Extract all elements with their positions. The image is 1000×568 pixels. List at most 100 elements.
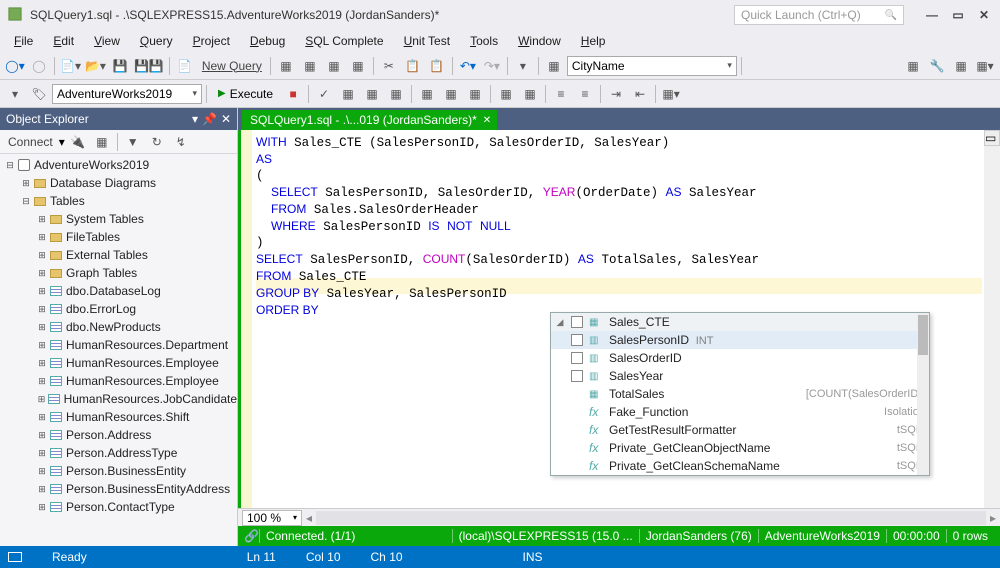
comment-button[interactable]: ≡ — [550, 83, 572, 105]
indent-button[interactable]: ⇥ — [605, 83, 627, 105]
new-query-icon[interactable]: 📄 — [174, 55, 196, 77]
menu-sql-complete[interactable]: SQL Complete — [297, 32, 391, 50]
tree-table[interactable]: ⊞dbo.DatabaseLog — [0, 282, 237, 300]
close-button[interactable]: ✕ — [976, 7, 992, 23]
sidebar-close-icon[interactable]: ✕ — [221, 112, 231, 126]
tb2-g7[interactable]: ▦ — [495, 83, 517, 105]
tb-ext-2[interactable]: 🔧 — [926, 55, 948, 77]
tb-ext-1[interactable]: ▦ — [902, 55, 924, 77]
ac-item[interactable]: fxFake_FunctionIsolation — [551, 403, 929, 421]
maximize-button[interactable]: ▭ — [950, 7, 966, 23]
new-query-label[interactable]: New Query — [198, 59, 266, 73]
split-handle[interactable]: ▭ — [984, 130, 1000, 146]
tb2-icon-1[interactable]: ▾ — [4, 83, 26, 105]
uncomment-button[interactable]: ≡ — [574, 83, 596, 105]
parse-button[interactable]: ✓ — [313, 83, 335, 105]
tree-folder[interactable]: Database Diagrams — [50, 176, 156, 190]
database-dropdown[interactable]: AdventureWorks2019 — [52, 84, 202, 104]
sidebar-pin-icon[interactable]: 📌 — [202, 112, 217, 126]
ac-item[interactable]: fxPrivate_GetCleanSchemaNametSQLt — [551, 457, 929, 475]
editor-vscrollbar[interactable] — [984, 146, 1000, 508]
ac-item[interactable]: ▥SalesYear — [551, 367, 929, 385]
tree-subfolder[interactable]: System Tables — [66, 212, 144, 226]
autocomplete-popup[interactable]: ◢ ▦ Sales_CTE ▥SalesPersonID INT▥SalesOr… — [550, 312, 930, 476]
tb-ext-4[interactable]: ▦▾ — [974, 55, 996, 77]
refresh-icon[interactable]: ↻ — [146, 131, 168, 153]
tb2-g1[interactable]: ▦ — [337, 83, 359, 105]
tree-table[interactable]: ⊞HumanResources.Shift — [0, 408, 237, 426]
menu-file[interactable]: File — [6, 32, 41, 50]
tb2-g3[interactable]: ▦ — [385, 83, 407, 105]
stop-icon[interactable]: ▼ — [122, 131, 144, 153]
tree-table[interactable]: ⊞Person.BusinessEntity — [0, 462, 237, 480]
document-tab[interactable]: SQLQuery1.sql - .\...019 (JordanSanders)… — [242, 110, 497, 130]
tree-table[interactable]: ⊞HumanResources.Employee — [0, 354, 237, 372]
tree-db-root[interactable]: AdventureWorks2019 — [34, 158, 149, 172]
tb2-g6[interactable]: ▦ — [464, 83, 486, 105]
ac-item[interactable]: ▦TotalSales[COUNT(SalesOrderID)] — [551, 385, 929, 403]
tree-table[interactable]: ⊞Person.Address — [0, 426, 237, 444]
tree-subfolder[interactable]: FileTables — [66, 230, 120, 244]
tree-table[interactable]: ⊞HumanResources.JobCandidate — [0, 390, 237, 408]
filter-icon[interactable]: ▦ — [91, 131, 113, 153]
tree-folder[interactable]: Tables — [50, 194, 85, 208]
save-all-button[interactable]: 💾💾 — [133, 55, 165, 77]
quick-launch-input[interactable]: Quick Launch (Ctrl+Q) — [734, 5, 904, 25]
stop-button[interactable]: ■ — [282, 83, 304, 105]
save-button[interactable]: 💾 — [109, 55, 131, 77]
menu-edit[interactable]: Edit — [45, 32, 82, 50]
tb-icon-1[interactable]: ▦ — [275, 55, 297, 77]
cut-button[interactable]: ✂ — [378, 55, 400, 77]
tb-find-button[interactable]: ▾ — [512, 55, 534, 77]
editor-hscrollbar[interactable] — [316, 511, 986, 525]
undo-button[interactable]: ↶▾ — [457, 55, 479, 77]
connect-button[interactable]: Connect — [4, 135, 57, 149]
tb2-g5[interactable]: ▦ — [440, 83, 462, 105]
menu-tools[interactable]: Tools — [462, 32, 506, 50]
menu-project[interactable]: Project — [185, 32, 238, 50]
minimize-button[interactable]: — — [924, 7, 940, 23]
ac-scrollbar[interactable] — [917, 313, 929, 475]
tree-subfolder[interactable]: Graph Tables — [66, 266, 137, 280]
disconnect-icon[interactable]: 🔌 — [67, 131, 89, 153]
sync-icon[interactable]: ↯ — [170, 131, 192, 153]
menu-help[interactable]: Help — [573, 32, 614, 50]
menu-view[interactable]: View — [86, 32, 128, 50]
code-editor[interactable]: WITH Sales_CTE (SalesPersonID, SalesOrde… — [238, 130, 1000, 508]
tb-icon-3[interactable]: ▦ — [323, 55, 345, 77]
ac-item[interactable]: fxGetTestResultFormattertSQLt — [551, 421, 929, 439]
nav-back-button[interactable]: ◯▾ — [4, 55, 26, 77]
tree-table[interactable]: ⊞Person.ContactType — [0, 498, 237, 516]
tree-table[interactable]: ⊞HumanResources.Department — [0, 336, 237, 354]
zoom-dropdown[interactable]: 100 % — [242, 510, 302, 526]
tb2-g8[interactable]: ▦ — [519, 83, 541, 105]
tree-table[interactable]: ⊞Person.BusinessEntityAddress — [0, 480, 237, 498]
ac-item[interactable]: fxPrivate_GetCleanObjectNametSQLt — [551, 439, 929, 457]
sidebar-dropdown-icon[interactable]: ▾ — [192, 112, 198, 126]
ac-item[interactable]: ▥SalesOrderID — [551, 349, 929, 367]
tree-table[interactable]: ⊞Person.AddressType — [0, 444, 237, 462]
tree-table[interactable]: ⊞dbo.NewProducts — [0, 318, 237, 336]
tree-table[interactable]: ⊞dbo.ErrorLog — [0, 300, 237, 318]
ac-header[interactable]: ◢ ▦ Sales_CTE — [551, 313, 929, 331]
nav-fwd-button[interactable]: ◯ — [28, 55, 50, 77]
tb2-icon-2[interactable]: 🏷 — [28, 83, 50, 105]
tb-grid-icon[interactable]: ▦ — [543, 55, 565, 77]
combo-right[interactable]: CityName — [567, 56, 737, 76]
tb2-g2[interactable]: ▦ — [361, 83, 383, 105]
redo-button[interactable]: ↷▾ — [481, 55, 503, 77]
copy-button[interactable]: 📋 — [402, 55, 424, 77]
tb2-g4[interactable]: ▦ — [416, 83, 438, 105]
outdent-button[interactable]: ⇤ — [629, 83, 651, 105]
menu-window[interactable]: Window — [510, 32, 569, 50]
tb-ext-3[interactable]: ▦ — [950, 55, 972, 77]
menu-query[interactable]: Query — [132, 32, 181, 50]
tree-table[interactable]: ⊞HumanResources.Employee — [0, 372, 237, 390]
menu-debug[interactable]: Debug — [242, 32, 293, 50]
menu-unit-test[interactable]: Unit Test — [396, 32, 458, 50]
tree-subfolder[interactable]: External Tables — [66, 248, 148, 262]
object-tree[interactable]: ⊟AdventureWorks2019 ⊞Database Diagrams ⊟… — [0, 154, 237, 546]
tab-close-icon[interactable]: ✕ — [483, 115, 491, 126]
tb2-last[interactable]: ▦▾ — [660, 83, 682, 105]
tb-icon-4[interactable]: ▦ — [347, 55, 369, 77]
